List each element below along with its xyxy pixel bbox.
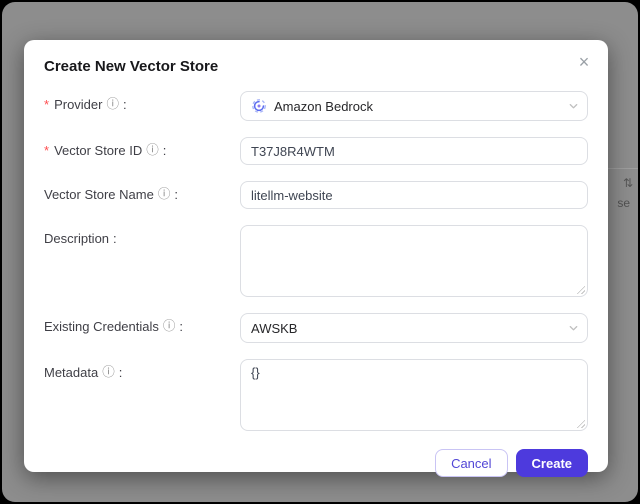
description-row: Description :	[44, 225, 588, 297]
provider-label-text: Provider	[54, 97, 103, 112]
vector-store-id-label: * Vector Store ID ⓘ :	[44, 137, 240, 158]
create-button[interactable]: Create	[515, 449, 588, 477]
info-icon[interactable]: ⓘ	[146, 144, 159, 157]
bedrock-logo-icon	[252, 99, 266, 113]
vector-store-id-label-text: Vector Store ID	[54, 143, 143, 158]
provider-select-value: Amazon Bedrock	[274, 98, 373, 114]
existing-credentials-select-value: AWSKB	[251, 320, 298, 336]
description-label: Description :	[44, 225, 240, 246]
vector-store-name-input[interactable]	[240, 181, 588, 209]
existing-credentials-row: Existing Credentials ⓘ : AWSKB	[44, 313, 588, 343]
provider-row: * Provider ⓘ : Amazon Bedrock	[44, 91, 588, 121]
label-colon: :	[162, 143, 167, 158]
info-icon[interactable]: ⓘ	[158, 188, 171, 201]
vector-store-name-label: Vector Store Name ⓘ :	[44, 181, 240, 202]
description-label-text: Description	[44, 231, 110, 246]
vector-store-id-row: * Vector Store ID ⓘ :	[44, 137, 588, 165]
required-mark: *	[44, 97, 50, 112]
info-icon[interactable]: ⓘ	[102, 366, 115, 379]
info-icon[interactable]: ⓘ	[106, 98, 119, 111]
background-partial-text: se	[617, 196, 630, 210]
background-table-divider	[604, 168, 638, 169]
label-colon: :	[179, 319, 184, 334]
existing-credentials-label-text: Existing Credentials	[44, 319, 159, 334]
required-mark: *	[44, 143, 50, 158]
label-colon: :	[113, 231, 117, 246]
vector-store-name-row: Vector Store Name ⓘ :	[44, 181, 588, 209]
label-colon: :	[118, 365, 123, 380]
provider-select[interactable]: Amazon Bedrock	[240, 91, 588, 121]
description-textarea[interactable]	[240, 225, 588, 297]
existing-credentials-select[interactable]: AWSKB	[240, 313, 588, 343]
provider-label: * Provider ⓘ :	[44, 91, 240, 112]
modal-title: Create New Vector Store	[44, 58, 219, 75]
label-colon: :	[174, 187, 178, 202]
existing-credentials-label: Existing Credentials ⓘ :	[44, 313, 240, 334]
vector-store-name-label-text: Vector Store Name	[44, 187, 154, 202]
column-sort-icon: ⇅	[622, 176, 633, 190]
metadata-label-text: Metadata	[44, 365, 99, 380]
create-vector-store-modal: × Create New Vector Store * Provider ⓘ :…	[24, 40, 608, 477]
metadata-label: Metadata ⓘ :	[44, 359, 240, 380]
cancel-button[interactable]: Cancel	[435, 449, 508, 477]
metadata-textarea[interactable]: {}	[240, 359, 588, 431]
info-icon[interactable]: ⓘ	[163, 320, 176, 333]
metadata-row: Metadata ⓘ : {}	[44, 359, 588, 431]
close-icon[interactable]: ×	[572, 50, 596, 74]
vector-store-id-input[interactable]	[240, 137, 588, 165]
modal-footer: Cancel Create	[44, 449, 588, 477]
label-colon: :	[123, 97, 127, 112]
